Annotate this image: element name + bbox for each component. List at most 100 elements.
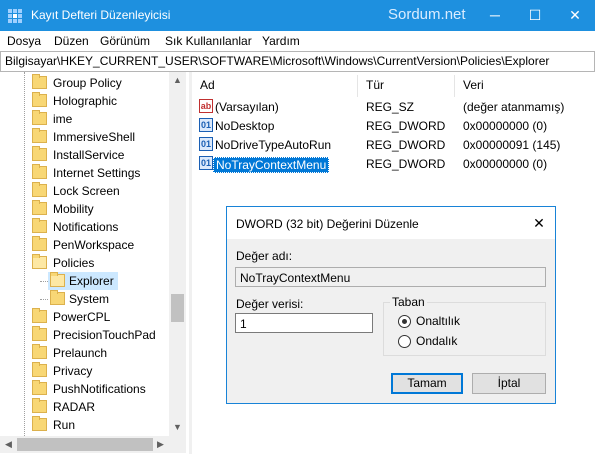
column-divider[interactable]: [357, 75, 358, 97]
list-row[interactable]: ab (Varsayılan) REG_SZ (değer atanmamış): [192, 98, 595, 116]
tree-item-label: Policies: [53, 256, 95, 270]
tree-item-label: InstallService: [53, 148, 125, 162]
edit-dword-dialog: DWORD (32 bit) Değerini Düzenle ✕ Değer …: [226, 206, 556, 404]
scroll-left-arrow-icon[interactable]: ◀: [0, 436, 17, 453]
value-data: 0x00000091 (145): [463, 138, 561, 152]
cancel-button[interactable]: İptal: [472, 373, 546, 394]
value-data: (değer atanmamış): [463, 100, 565, 114]
list-row[interactable]: 01 NoDriveTypeAutoRun REG_DWORD 0x000000…: [192, 136, 595, 154]
window-title: Kayıt Defteri Düzenleyicisi: [31, 8, 171, 22]
value-data: 0x00000000 (0): [463, 157, 548, 171]
tree-item[interactable]: PenWorkspace: [0, 236, 186, 254]
registry-editor-icon: [8, 9, 22, 23]
tree-item[interactable]: Internet Settings: [0, 164, 186, 182]
tree-item[interactable]: Lock Screen: [0, 182, 186, 200]
tree-vertical-scrollbar[interactable]: ▲ ▼: [169, 72, 186, 436]
decimal-radio-label[interactable]: Ondalık: [416, 334, 457, 348]
menu-item-favorites[interactable]: Sık Kullanılanlar: [165, 34, 252, 48]
tree-item[interactable]: ImmersiveShell: [0, 128, 186, 146]
scroll-up-arrow-icon[interactable]: ▲: [169, 72, 186, 89]
watermark-text: Sordum.net: [388, 6, 466, 23]
tree-item-label: Privacy: [53, 364, 93, 378]
tree-item[interactable]: Group Policy: [0, 74, 186, 92]
value-data-text[interactable]: 1: [240, 317, 247, 331]
tree-item[interactable]: PrecisionTouchPad: [0, 326, 186, 344]
folder-icon: [32, 308, 47, 323]
tree-item[interactable]: RADAR: [0, 398, 186, 416]
tree-item-label: ImmersiveShell: [53, 130, 136, 144]
folder-icon: [32, 398, 47, 413]
value-type: REG_SZ: [366, 100, 415, 114]
tree-item[interactable]: InstallService: [0, 146, 186, 164]
value-data-input[interactable]: 1: [235, 313, 373, 333]
value-name: (Varsayılan): [215, 100, 279, 114]
dialog-title: DWORD (32 bit) Değerini Düzenle: [236, 217, 419, 231]
title-bar: Kayıt Defteri Düzenleyicisi Sordum.net ─…: [0, 0, 595, 31]
column-header-name[interactable]: Ad: [200, 78, 215, 92]
base-group: Taban Onaltılık Ondalık: [383, 295, 546, 356]
tree-item-label: Group Policy: [53, 76, 122, 90]
tree-item-label: PrecisionTouchPad: [53, 328, 156, 342]
value-data: 0x00000000 (0): [463, 119, 548, 133]
value-name-field: NoTrayContextMenu: [235, 267, 546, 287]
scrollbar-thumb[interactable]: [17, 438, 153, 451]
menu-item-edit[interactable]: Düzen: [54, 34, 89, 48]
column-divider[interactable]: [454, 75, 455, 97]
column-header-type[interactable]: Tür: [366, 78, 384, 92]
scroll-down-arrow-icon[interactable]: ▼: [169, 419, 186, 436]
hex-radio-label[interactable]: Onaltılık: [416, 314, 460, 328]
tree-item[interactable]: Run: [0, 416, 186, 434]
folder-icon: [32, 182, 47, 197]
tree-item[interactable]: ime: [0, 110, 186, 128]
tree-item[interactable]: PushNotifications: [0, 380, 186, 398]
folder-icon: [32, 164, 47, 179]
menu-item-file[interactable]: Dosya: [7, 34, 41, 48]
list-row-selected[interactable]: 01 NoTrayContextMenu REG_DWORD 0x0000000…: [192, 155, 595, 173]
folder-icon: [50, 290, 65, 305]
menu-item-view[interactable]: Görünüm: [100, 34, 150, 48]
address-path[interactable]: Bilgisayar\HKEY_CURRENT_USER\SOFTWARE\Mi…: [5, 54, 549, 68]
dword-value-icon: 01: [199, 156, 213, 170]
tree-item[interactable]: Prelaunch: [0, 344, 186, 362]
list-row[interactable]: 01 NoDesktop REG_DWORD 0x00000000 (0): [192, 117, 595, 135]
dialog-title-bar: DWORD (32 bit) Değerini Düzenle ✕: [227, 207, 555, 239]
ok-button[interactable]: Tamam: [391, 373, 463, 394]
tree-item[interactable]: System: [0, 290, 186, 308]
tree-pane[interactable]: Group Policy Holographic ime ImmersiveSh…: [0, 72, 186, 436]
folder-icon: [32, 110, 47, 125]
tree-horizontal-scrollbar[interactable]: ◀ ▶: [0, 436, 186, 453]
tree-item-selected[interactable]: Explorer: [0, 272, 186, 290]
scroll-right-arrow-icon[interactable]: ▶: [152, 436, 169, 453]
dialog-close-button[interactable]: ✕: [529, 213, 549, 233]
decimal-radio[interactable]: [398, 335, 411, 348]
folder-icon: [32, 200, 47, 215]
tree-item-label: PowerCPL: [53, 310, 111, 324]
column-header-data[interactable]: Veri: [463, 78, 484, 92]
folder-icon: [32, 416, 47, 431]
folder-icon: [32, 92, 47, 107]
address-bar[interactable]: Bilgisayar\HKEY_CURRENT_USER\SOFTWARE\Mi…: [0, 51, 595, 72]
hex-radio[interactable]: [398, 315, 411, 328]
folder-open-icon: [32, 254, 47, 269]
close-button[interactable]: ✕: [555, 0, 595, 31]
value-name-text: NoTrayContextMenu: [240, 271, 351, 285]
tree-item[interactable]: Notifications: [0, 218, 186, 236]
tree-item[interactable]: Mobility: [0, 200, 186, 218]
folder-icon: [32, 146, 47, 161]
folder-icon: [32, 218, 47, 233]
maximize-button[interactable]: ☐: [515, 0, 555, 31]
menu-bar: Dosya Düzen Görünüm Sık Kullanılanlar Ya…: [0, 31, 595, 51]
tree-item[interactable]: Holographic: [0, 92, 186, 110]
folder-icon: [32, 236, 47, 251]
folder-icon: [32, 74, 47, 89]
tree-item-label: Prelaunch: [53, 346, 108, 360]
tree-item[interactable]: Policies: [0, 254, 186, 272]
menu-item-help[interactable]: Yardım: [262, 34, 300, 48]
tree-item[interactable]: Privacy: [0, 362, 186, 380]
scrollbar-thumb[interactable]: [171, 294, 184, 322]
minimize-button[interactable]: ─: [475, 0, 515, 31]
tree-item-label: Lock Screen: [53, 184, 120, 198]
tree-item[interactable]: PowerCPL: [0, 308, 186, 326]
tree-item-label: Mobility: [53, 202, 94, 216]
tree-item-label: PenWorkspace: [53, 238, 135, 252]
